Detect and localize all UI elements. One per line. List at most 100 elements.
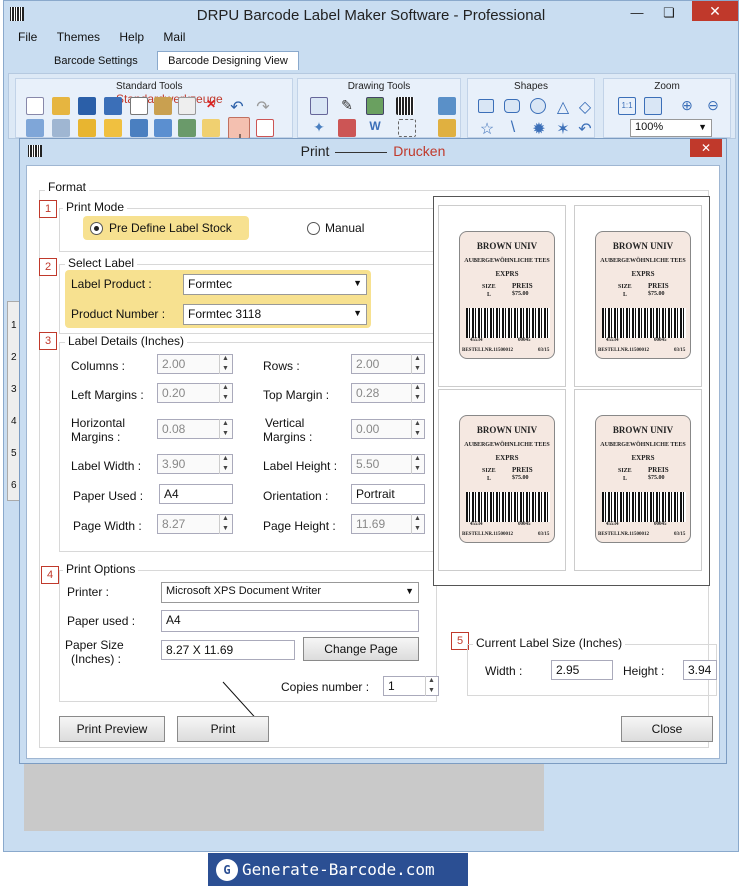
rows-label: Rows : [263,359,300,373]
save-as-icon[interactable] [104,97,122,115]
print-paper-used-input[interactable]: A4 [161,610,419,632]
price-label: PREIS [648,466,669,474]
label-line-3: EXPRS [495,454,519,462]
actual-size-icon[interactable]: 1:1 [618,97,636,115]
text-tool-icon[interactable] [310,97,328,115]
print-paper-used-label: Paper used : [67,614,136,628]
paper-used-input[interactable]: A4 [159,484,233,504]
image-tool-icon[interactable] [366,97,384,115]
shape-fill-icon[interactable]: ✦ [310,119,328,137]
exit-icon[interactable] [256,119,274,137]
manual-label[interactable]: Manual [325,221,364,235]
zoom-out-icon[interactable]: ⊖ [704,97,722,115]
label-preview-cell: BROWN UNIV AUBERGEWÖHNLICHE TEES EXPRS SIZE… [438,389,566,571]
label-product-label: Label Product : [71,277,152,291]
barcode-number-right: 00045 [654,338,667,343]
picture-tool-icon[interactable] [438,97,456,115]
size-label: SIZE [618,468,632,474]
cut-icon[interactable] [178,97,196,115]
columns-spinner[interactable]: ▲ ▼ [219,354,231,374]
menu-mail[interactable]: Mail [163,30,185,44]
paper-size-input[interactable]: 8.27 X 11.69 [161,640,295,660]
rectangle-icon[interactable] [478,99,494,113]
current-height-input[interactable]: 3.94 [683,660,717,680]
left-margins-spinner[interactable]: ▲ ▼ [219,383,231,403]
product-number-select[interactable]: Formtec 3118 ▼ [183,304,367,325]
layer-back-icon[interactable] [52,119,70,137]
arc-icon[interactable]: ↶ [576,119,594,138]
close-window-button[interactable]: ✕ [692,1,738,21]
zoom-in-icon[interactable]: ⊕ [678,97,696,115]
page-height-spinner[interactable]: ▲ ▼ [411,514,423,534]
redo-icon[interactable]: ↷ [254,97,272,116]
label-line-2: AUBERGEWÖHNLICHE TEES [464,442,550,448]
minimize-button[interactable]: — [624,3,650,23]
open-icon[interactable] [52,97,70,115]
unlock-icon[interactable] [104,119,122,137]
star-icon[interactable]: ☆ [478,119,496,138]
ellipse-icon[interactable] [530,98,546,114]
watermark-icon[interactable]: W [366,119,384,137]
horizontal-margins-spinner[interactable]: ▲ ▼ [219,419,231,439]
maximize-button[interactable]: ❏ [656,3,682,23]
change-page-button[interactable]: Change Page [303,637,419,661]
pen-tool-icon[interactable]: ✎ [338,97,356,115]
save-icon[interactable] [78,97,96,115]
chevron-down-icon: ▼ [353,308,362,318]
library-icon[interactable] [338,119,356,137]
barcode-number-right: 00045 [654,522,667,527]
email-icon[interactable] [202,119,220,137]
six-point-star-icon[interactable]: ✶ [554,119,572,138]
page-width-spinner[interactable]: ▲ ▼ [219,514,231,534]
current-width-label: Width : [485,664,523,678]
label-height-spinner[interactable]: ▲ ▼ [411,454,423,474]
price-value: $75.00 [648,291,665,297]
batch-icon[interactable] [178,119,196,137]
copy-icon[interactable] [130,97,148,115]
dialog-close-icon[interactable]: ✕ [690,139,722,157]
manual-radio[interactable] [307,222,320,235]
print-preview-button[interactable]: Print Preview [59,716,165,742]
vertical-margins-spinner[interactable]: ▲ ▼ [411,419,423,439]
menu-themes[interactable]: Themes [57,30,100,44]
label-preview-cell: BROWN UNIV AUBERGEWÖHNLICHE TEES EXPRS SIZE… [574,205,702,387]
delete-icon[interactable]: ✕ [202,97,220,115]
barcode-tool-icon[interactable] [396,97,414,115]
undo-icon[interactable]: ↶ [228,97,246,116]
line-icon[interactable]: \ [504,119,522,137]
new-icon[interactable] [26,97,44,115]
picture-effect-icon[interactable] [438,119,456,137]
tab-barcode-designing-view[interactable]: Barcode Designing View [157,51,299,70]
table-icon[interactable] [154,119,172,137]
menu-help[interactable]: Help [119,30,144,44]
diamond-icon[interactable]: ◇ [576,97,594,116]
layer-front-icon[interactable] [26,119,44,137]
select-icon[interactable] [398,119,416,137]
current-width-input[interactable]: 2.95 [551,660,613,680]
burst-icon[interactable]: ✹ [530,119,548,138]
fit-to-window-icon[interactable] [644,97,662,115]
zoom-select[interactable]: 100% ▼ [630,119,712,137]
close-button[interactable]: Close [621,716,713,742]
rows-spinner[interactable]: ▲ ▼ [411,354,423,374]
top-margin-spinner[interactable]: ▲ ▼ [411,383,423,403]
tab-barcode-settings[interactable]: Barcode Settings [44,52,148,70]
lock-icon[interactable] [78,119,96,137]
triangle-icon[interactable]: △ [554,97,572,116]
label-width-spinner[interactable]: ▲ ▼ [219,454,231,474]
grid-icon[interactable] [130,119,148,137]
price-label: PREIS [512,282,533,290]
predefine-label[interactable]: Pre Define Label Stock [109,221,232,235]
predefine-radio[interactable] [90,222,103,235]
horizontal-margins-label: Horizontal [71,416,126,430]
price-value: $75.00 [512,291,529,297]
print-button[interactable]: Print [177,716,269,742]
copies-spinner[interactable]: ▲ ▼ [425,676,437,696]
printer-select[interactable]: Microsoft XPS Document Writer ▼ [161,582,419,603]
label-product-select[interactable]: Formtec ▼ [183,274,367,295]
orientation-input[interactable]: Portrait [351,484,425,504]
rounded-rectangle-icon[interactable] [504,99,520,113]
paste-icon[interactable] [154,97,172,115]
label-line-1: BROWN UNIV [612,425,674,435]
menu-file[interactable]: File [18,30,37,44]
